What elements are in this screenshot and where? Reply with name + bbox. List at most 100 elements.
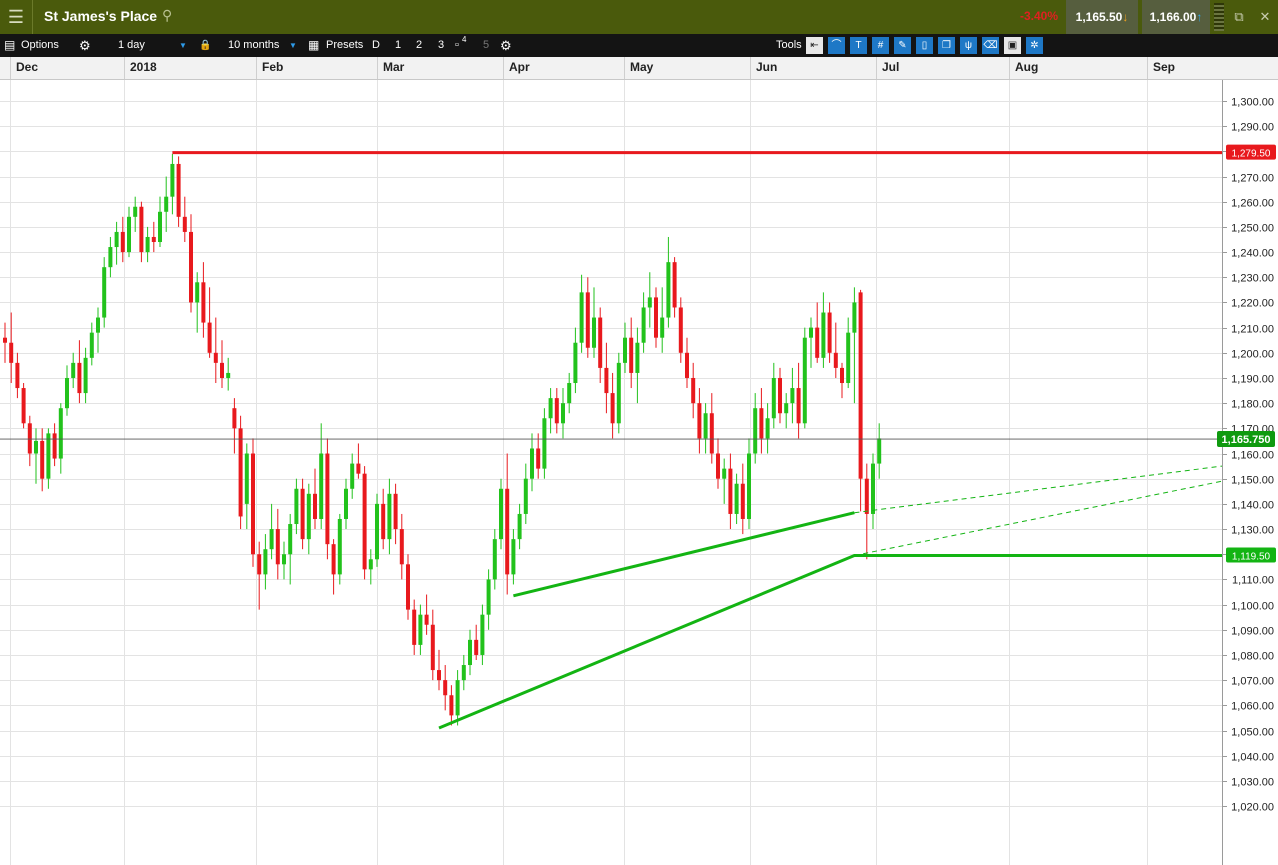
candle-up[interactable] [83, 357, 88, 394]
candle-up[interactable] [244, 453, 249, 504]
candle-icon[interactable]: ▯ [916, 37, 933, 54]
candle-up[interactable] [523, 478, 528, 514]
candle-up[interactable] [263, 549, 268, 575]
candle-down[interactable] [610, 393, 615, 424]
candle-up[interactable] [492, 539, 497, 580]
candle-up[interactable] [809, 327, 813, 338]
candle-down[interactable] [740, 483, 745, 519]
candle-up[interactable] [623, 337, 627, 363]
candle-up[interactable] [753, 408, 758, 454]
candle-down[interactable] [709, 413, 714, 454]
price-chart[interactable]: 1,020.00 1,030.00 1,040.00 1,050.00 1,060.00… [0, 80, 1278, 865]
indicator-icon[interactable]: ψ [960, 37, 977, 54]
candle-down[interactable] [15, 362, 20, 389]
candle-up[interactable] [319, 453, 324, 519]
candle-down[interactable] [536, 448, 541, 469]
preset-d-button[interactable]: D [372, 34, 380, 57]
candle-down[interactable] [257, 554, 262, 575]
candle-up[interactable] [306, 493, 311, 540]
candle-down[interactable] [585, 292, 590, 348]
candle-up[interactable] [573, 342, 578, 384]
candle-down[interactable] [858, 292, 863, 479]
candle-down[interactable] [697, 403, 702, 439]
candle-up[interactable] [852, 302, 857, 333]
candle-down[interactable] [77, 362, 82, 394]
candle-down[interactable] [827, 312, 832, 353]
candle-down[interactable] [691, 377, 696, 404]
candle-down[interactable] [238, 428, 243, 517]
candle-down[interactable] [275, 529, 280, 565]
candle-down[interactable] [685, 352, 689, 378]
candle-down[interactable] [9, 342, 14, 363]
save-preset-icon[interactable]: ▫ [455, 34, 459, 57]
candle-up[interactable] [765, 418, 770, 439]
candle-down[interactable] [3, 337, 7, 343]
candle-down[interactable] [430, 624, 435, 671]
candle-down[interactable] [362, 473, 367, 570]
calendar-icon[interactable]: ▦ [308, 34, 319, 57]
candle-down[interactable] [220, 362, 224, 378]
close-button[interactable]: ✕ [1252, 0, 1278, 34]
layers-icon[interactable]: ❐ [938, 37, 955, 54]
candle-up[interactable] [344, 488, 348, 519]
candle-up[interactable] [127, 216, 131, 253]
candle-up[interactable] [734, 483, 739, 514]
popout-icon[interactable]: ⧉ [1226, 0, 1252, 34]
candle-up[interactable] [517, 513, 522, 540]
candle-down[interactable] [300, 488, 305, 540]
candle-up[interactable] [375, 503, 379, 560]
candle-down[interactable] [678, 307, 683, 353]
candle-down[interactable] [21, 388, 26, 424]
candle-down[interactable] [437, 670, 441, 681]
candle-down[interactable] [251, 453, 255, 555]
candle-up[interactable] [647, 297, 652, 308]
candle-down[interactable] [189, 231, 193, 303]
candle-up[interactable] [288, 524, 293, 555]
chevron-down-icon[interactable]: ▼ [179, 34, 187, 58]
candle-up[interactable] [96, 317, 100, 333]
candle-down[interactable] [356, 463, 361, 474]
candle-up[interactable] [294, 488, 299, 525]
candle-up[interactable] [567, 383, 572, 404]
candle-down[interactable] [139, 206, 144, 253]
grid-icon[interactable]: # [872, 37, 889, 54]
candle-up[interactable] [722, 468, 727, 479]
chevron-down-icon[interactable]: ▼ [289, 34, 297, 58]
candle-up[interactable] [771, 377, 776, 419]
candle-down[interactable] [331, 544, 336, 575]
candle-up[interactable] [666, 262, 671, 318]
candle-down[interactable] [474, 639, 479, 655]
candle-down[interactable] [213, 352, 218, 363]
hamburger-icon[interactable]: ☰ [0, 0, 33, 34]
candle-down[interactable] [412, 609, 417, 645]
candle-down[interactable] [182, 216, 187, 232]
book-icon[interactable]: ▤ [4, 34, 15, 57]
candle-down[interactable] [40, 440, 45, 479]
candle-down[interactable] [796, 388, 801, 424]
candle-up[interactable] [455, 680, 460, 716]
candle-up[interactable] [108, 247, 113, 268]
candle-up[interactable] [542, 418, 547, 469]
candle-down[interactable] [151, 236, 156, 243]
candle-up[interactable] [480, 614, 485, 655]
candle-up[interactable] [530, 448, 534, 479]
candle-down[interactable] [381, 503, 386, 540]
candle-down[interactable] [604, 367, 609, 394]
candle-down[interactable] [52, 433, 57, 459]
candle-down[interactable] [554, 398, 559, 424]
candle-down[interactable] [120, 231, 125, 253]
period-select[interactable]: 10 months [228, 34, 279, 57]
candle-up[interactable] [58, 408, 63, 459]
candle-up[interactable] [846, 332, 851, 384]
candle-up[interactable] [548, 398, 553, 419]
candle-up[interactable] [195, 282, 200, 303]
candle-up[interactable] [387, 493, 392, 540]
candle-up[interactable] [269, 529, 274, 550]
candle-down[interactable] [864, 478, 869, 514]
text-icon[interactable]: T [850, 37, 867, 54]
candle-down[interactable] [629, 337, 634, 373]
candle-up[interactable] [616, 362, 621, 424]
candle-up[interactable] [46, 433, 51, 479]
candle-down[interactable] [505, 488, 510, 575]
candle-up[interactable] [158, 211, 162, 243]
